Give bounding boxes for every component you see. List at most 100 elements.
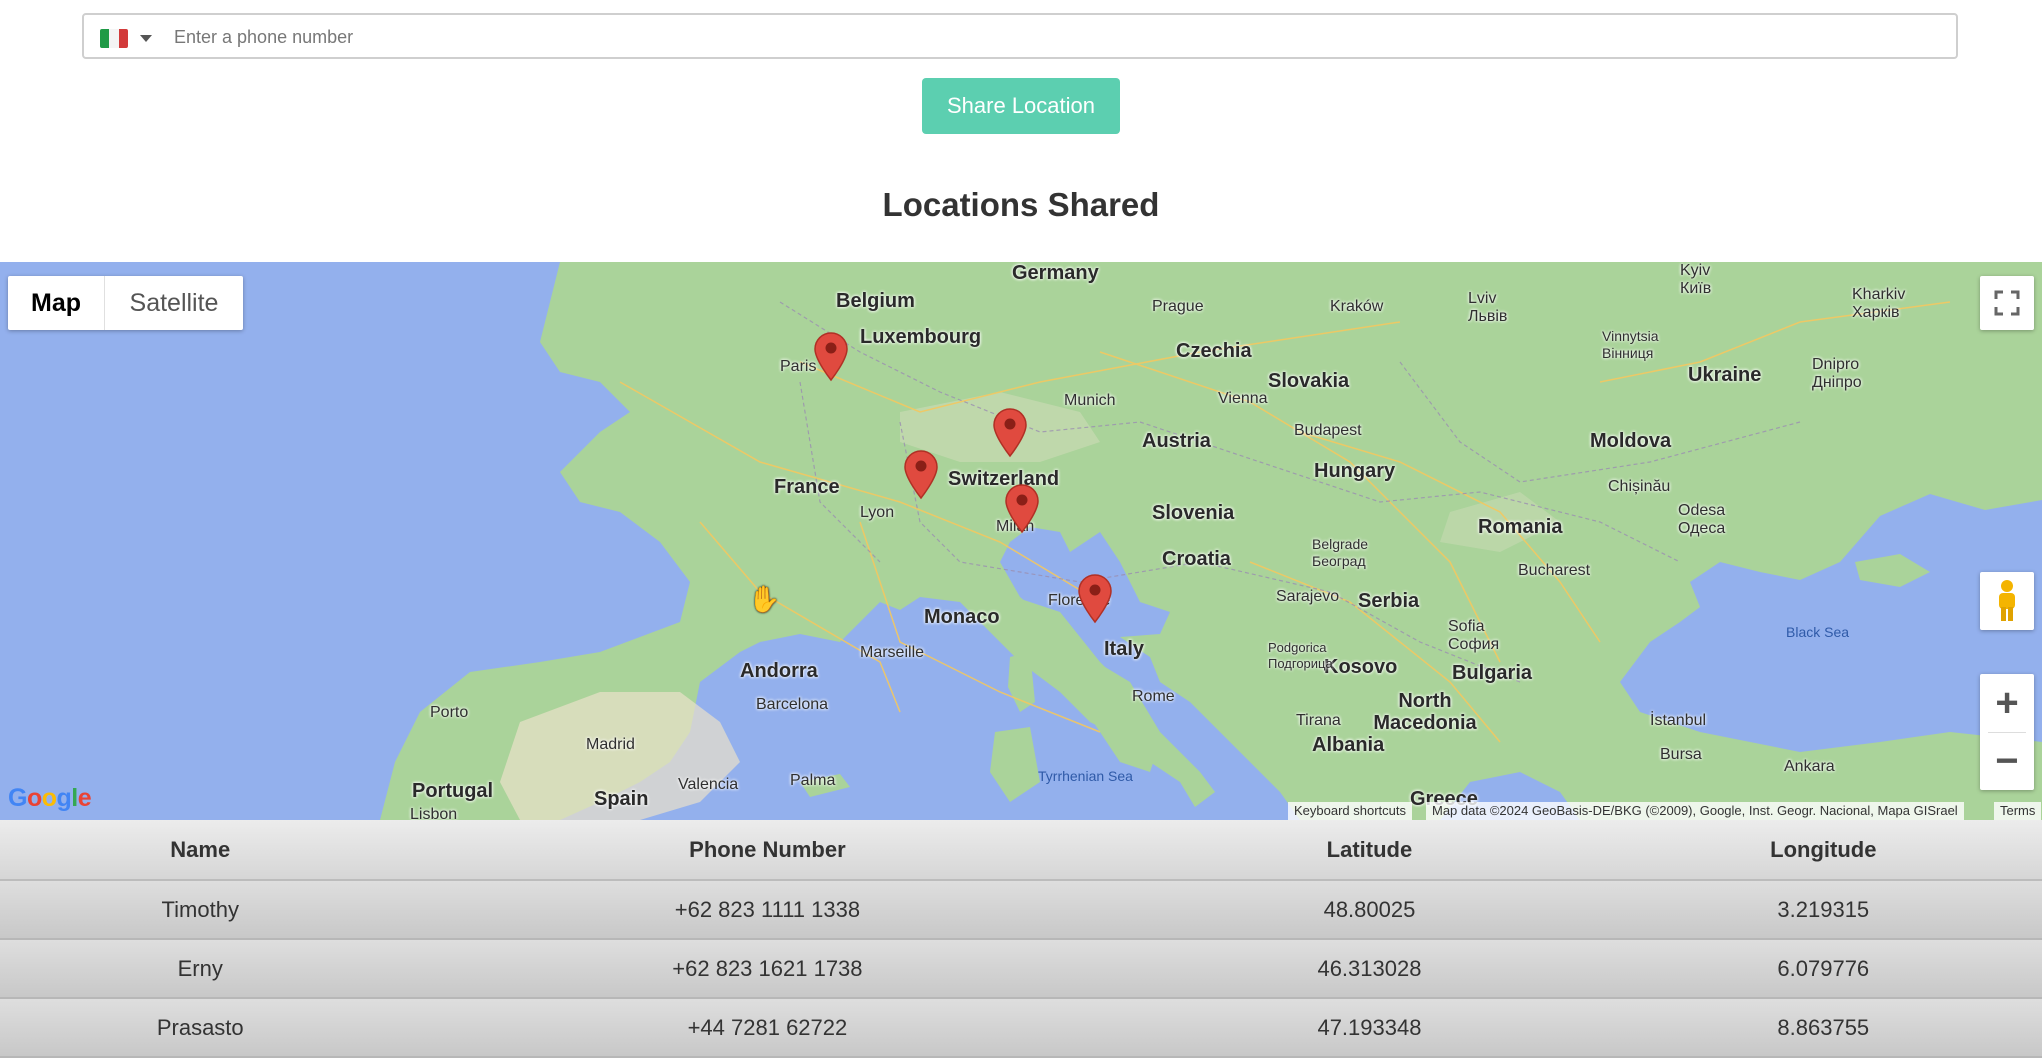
cell-longitude: 8.863755 [1604,998,2042,1058]
section-title: Locations Shared [882,186,1160,223]
map-label-marseille: Marseille [860,644,925,661]
map-data-attribution: Map data ©2024 GeoBasis-DE/BKG (©2009), … [1426,802,1964,820]
map-label-sofia: Sofia София [1448,618,1500,653]
map-label-slovakia: Slovakia [1268,370,1350,392]
map-label-chisinau: Chișinău [1608,478,1671,495]
map-label-belgium: Belgium [836,290,915,312]
zurich-marker[interactable] [990,408,1030,458]
map-label-ukraine: Ukraine [1688,364,1762,386]
map-label-rome: Rome [1132,688,1175,705]
map-label-dnipro: Dnipro Дніпро [1812,356,1862,391]
map[interactable]: Germany Belgium Luxembourg Czechia Slova… [0,262,2042,820]
map-label-portugal: Portugal [412,780,494,802]
map-label-serbia: Serbia [1358,590,1420,612]
map-label-hungary: Hungary [1314,460,1396,482]
map-label-odesa: Odesa Одеса [1678,502,1726,537]
zoom-out-button[interactable]: − [1980,733,2034,790]
column-header-phone: Phone Number [400,820,1135,881]
share-location-button[interactable]: Share Location [922,78,1120,134]
zoom-control: + − [1980,674,2034,790]
table-row: Prasasto +44 7281 62722 47.193348 8.8637… [0,998,2042,1058]
cell-name: Erny [0,939,401,999]
geneva-marker[interactable] [901,450,941,500]
map-label-krakow: Kraków [1330,298,1384,315]
map-label-austria: Austria [1142,430,1211,452]
cell-latitude: 46.313028 [1134,939,1605,999]
cell-phone: +62 823 1111 1338 [400,880,1135,940]
locations-table: Name Phone Number Latitude Longitude Tim… [0,820,2042,1058]
map-type-map-button[interactable]: Map [8,276,105,330]
pegman-icon [1999,580,2015,621]
column-header-latitude: Latitude [1134,820,1605,881]
fullscreen-button[interactable] [1980,276,2034,330]
cell-phone: +44 7281 62722 [400,998,1135,1058]
map-label-monaco: Monaco [924,606,1000,628]
paris-marker[interactable] [811,332,851,382]
map-base-layer [0,262,2042,820]
column-header-name: Name [0,820,401,881]
map-label-moldova: Moldova [1590,430,1672,452]
map-label-lviv: Lviv Львів [1468,290,1508,325]
map-label-kharkiv: Kharkiv Харків [1852,286,1906,321]
map-label-bulgaria: Bulgaria [1452,662,1533,684]
map-type-control: Map Satellite [8,276,243,330]
map-label-czechia: Czechia [1176,340,1252,362]
map-label-belgrade: Belgrade Београд [1312,536,1369,569]
florence-marker[interactable] [1075,574,1115,624]
map-label-germany: Germany [1012,262,1099,284]
map-label-palma: Palma [790,772,836,789]
keyboard-shortcuts-link[interactable]: Keyboard shortcuts [1288,802,1413,820]
map-label-luxembourg: Luxembourg [860,326,982,348]
map-label-black-sea: Black Sea [1786,624,1850,640]
map-label-spain: Spain [594,788,649,810]
map-label-budapest: Budapest [1294,422,1362,439]
table-row: Erny +62 823 1621 1738 46.313028 6.07977… [0,939,2042,999]
cell-name: Timothy [0,880,401,940]
map-label-andorra: Andorra [740,660,818,682]
map-label-prague: Prague [1152,298,1204,315]
map-label-porto: Porto [430,704,469,721]
map-label-barcelona: Barcelona [756,696,829,713]
google-logo: Google [8,784,92,812]
phone-input-group [82,13,1958,59]
italy-flag-icon[interactable] [100,29,128,48]
map-label-vinnytsia: Vinnytsia Вінниця [1602,328,1659,361]
cell-longitude: 6.079776 [1604,939,2042,999]
column-header-longitude: Longitude [1604,820,2042,881]
milan-marker[interactable] [1002,484,1042,534]
map-label-ankara: Ankara [1784,758,1835,775]
map-label-sarajevo: Sarajevo [1276,588,1340,605]
cell-name: Prasasto [0,998,401,1058]
map-label-vienna: Vienna [1218,390,1268,407]
table-header-row: Name Phone Number Latitude Longitude [0,820,2042,881]
map-label-italy: Italy [1104,638,1145,660]
map-label-croatia: Croatia [1162,548,1231,570]
terms-link[interactable]: Terms [1994,802,2042,820]
map-label-kyiv: Kyiv Київ [1680,262,1712,297]
map-label-bursa: Bursa [1660,746,1702,763]
map-label-podgorica: Podgorica Подгорица [1268,640,1333,671]
cell-longitude: 3.219315 [1604,880,2042,940]
fullscreen-icon [1994,290,2020,316]
street-view-pegman-button[interactable] [1980,572,2034,630]
phone-number-input[interactable] [172,23,1936,51]
hand-cursor-icon: ✋ [748,584,781,614]
map-label-north-macedonia: North Macedonia [1373,690,1477,734]
map-label-romania: Romania [1478,516,1563,538]
map-label-lyon: Lyon [860,504,895,521]
map-label-madrid: Madrid [586,736,635,753]
map-type-satellite-button[interactable]: Satellite [105,276,243,330]
zoom-in-button[interactable]: + [1980,675,2034,732]
map-label-slovenia: Slovenia [1152,502,1235,524]
map-label-valencia: Valencia [678,776,739,793]
map-label-albania: Albania [1312,734,1385,756]
chevron-down-icon[interactable] [140,35,152,42]
map-label-istanbul: İstanbul [1650,712,1707,729]
map-label-tirana: Tirana [1296,712,1341,729]
cell-phone: +62 823 1621 1738 [400,939,1135,999]
map-label-munich: Munich [1064,392,1116,409]
map-label-lisbon: Lisbon [410,806,458,820]
map-label-bucharest: Bucharest [1518,562,1591,579]
cell-latitude: 48.80025 [1134,880,1605,940]
map-label-france: France [774,476,840,498]
